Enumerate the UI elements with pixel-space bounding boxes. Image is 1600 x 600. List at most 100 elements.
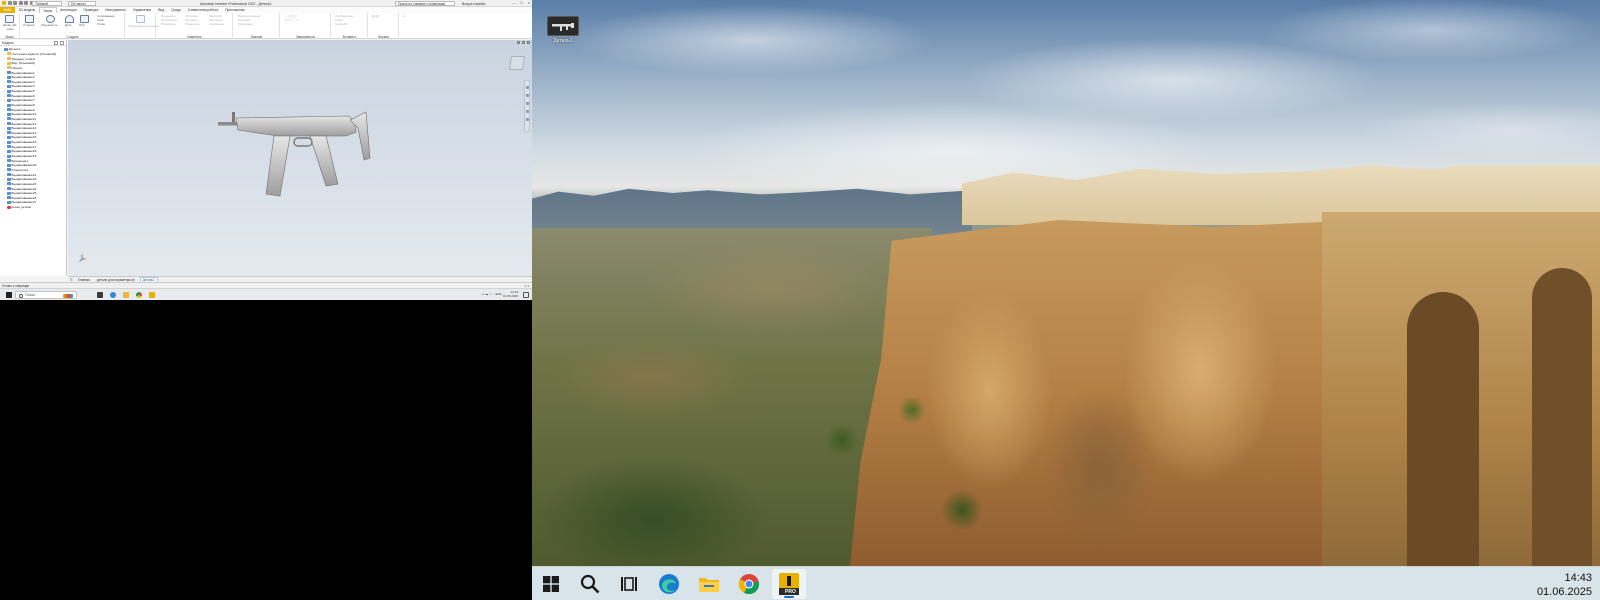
expand-icon[interactable]: › xyxy=(3,191,6,195)
offset-tool[interactable]: Смещение xyxy=(209,22,224,27)
expand-icon[interactable]: › xyxy=(3,122,6,126)
split-tool[interactable]: Разделить xyxy=(185,22,200,27)
expand-icon[interactable]: › xyxy=(3,103,6,107)
circle-icon[interactable] xyxy=(46,15,55,23)
doc-tabs-icon[interactable]: ☰ xyxy=(70,278,73,282)
circle-tool[interactable]: Окружность xyxy=(41,23,58,28)
expand-icon[interactable]: › xyxy=(3,159,6,163)
navigation-bar[interactable] xyxy=(524,80,530,132)
expand-icon[interactable]: › xyxy=(3,168,6,172)
format-tool[interactable]: ▤ ▥ xyxy=(372,14,379,19)
mode-select[interactable]: По умолч xyxy=(68,1,96,6)
remote-inventor-icon[interactable] xyxy=(149,292,155,298)
remote-edge-icon[interactable] xyxy=(110,292,116,298)
point-tool[interactable]: Точка xyxy=(97,22,105,27)
workspace-select[interactable]: Типовой xyxy=(32,1,62,6)
expand-icon[interactable]: › xyxy=(3,108,6,112)
desktop-file-icon[interactable] xyxy=(547,16,579,36)
expand-icon[interactable]: › xyxy=(3,80,6,84)
start-button[interactable] xyxy=(534,569,568,599)
quick-access-toolbar[interactable] xyxy=(2,1,34,5)
browser-menu-icon[interactable] xyxy=(60,41,64,45)
viewport-window-controls[interactable] xyxy=(517,41,530,44)
window-controls[interactable]: – □ × xyxy=(513,1,530,5)
maximize-icon[interactable] xyxy=(522,41,525,44)
line-tool[interactable]: Отрезок xyxy=(23,23,34,28)
expand-icon[interactable]: › xyxy=(0,47,3,51)
zoom-icon[interactable] xyxy=(525,102,529,105)
inventor-button[interactable]: PRO xyxy=(772,569,806,599)
search-button[interactable] xyxy=(573,569,607,599)
expand-icon[interactable]: › xyxy=(3,89,6,93)
remote-desktop-view[interactable]: Типовой По умолч Autodesk Inventor Profe… xyxy=(0,0,532,300)
save-icon[interactable] xyxy=(18,1,23,5)
rectangle-icon[interactable] xyxy=(80,15,89,23)
doc-tab-home[interactable]: Главная xyxy=(76,278,92,282)
close-icon[interactable] xyxy=(527,41,530,44)
remote-notification-icon[interactable] xyxy=(523,292,529,298)
desktop-file-label[interactable]: Деталь1 xyxy=(542,38,584,44)
line-icon[interactable] xyxy=(25,15,34,23)
arc-icon[interactable] xyxy=(65,15,74,23)
expand-icon[interactable]: › xyxy=(3,75,6,79)
expand-icon[interactable]: › xyxy=(3,52,6,56)
taskbar-clock[interactable]: 14:43 01.06.2025 xyxy=(1537,571,1592,599)
expand-icon[interactable]: › xyxy=(3,61,6,65)
view-face-icon[interactable] xyxy=(525,118,529,121)
viewcube-icon[interactable] xyxy=(509,56,525,70)
minimize-icon[interactable]: – xyxy=(513,1,515,5)
expand-icon[interactable]: › xyxy=(3,94,6,98)
browser-search-icon[interactable] xyxy=(54,41,58,45)
project-geometry-icon[interactable] xyxy=(136,15,145,23)
expand-icon[interactable]: › xyxy=(3,117,6,121)
insert-acad-tool[interactable]: AutoCAD xyxy=(335,22,348,27)
signin-button[interactable]: Вход в службы xyxy=(462,2,485,6)
submachine-gun-model[interactable] xyxy=(218,108,378,203)
expand-icon[interactable]: › xyxy=(3,84,6,88)
chrome-button[interactable] xyxy=(732,569,766,599)
remote-folder-icon[interactable] xyxy=(123,292,129,298)
remote-task-view-icon[interactable] xyxy=(97,292,103,298)
task-view-button[interactable] xyxy=(612,569,646,599)
expand-icon[interactable]: › xyxy=(3,126,6,130)
open-icon[interactable] xyxy=(13,1,17,5)
constraint-icons-2[interactable]: ⊿ ⊙ ⌒ ═ xyxy=(285,18,298,23)
undo-icon[interactable] xyxy=(24,1,28,5)
doc-tab-ipt[interactable]: детали для параметра.ipt xyxy=(95,278,137,282)
remote-chrome-icon[interactable] xyxy=(136,292,142,298)
maximize-icon[interactable]: □ xyxy=(520,1,522,5)
expand-icon[interactable]: › xyxy=(3,163,6,167)
orbit-icon[interactable] xyxy=(525,110,529,113)
remote-tray-icons[interactable]: ∧ ☁ ⌂ ◔ ENG xyxy=(482,292,502,297)
expand-icon[interactable]: › xyxy=(3,200,6,204)
expand-icon[interactable]: › xyxy=(3,149,6,153)
expand-icon[interactable]: › xyxy=(3,57,6,61)
rotate-tool[interactable]: Повернуть xyxy=(161,22,176,27)
expand-icon[interactable]: › xyxy=(3,135,6,139)
new-icon[interactable] xyxy=(7,1,12,5)
rectangle-tool[interactable]: Пря xyxy=(79,23,84,28)
mirror-tool[interactable]: Зеркально xyxy=(238,22,253,27)
expand-icon[interactable]: › xyxy=(3,131,6,135)
full-nav-wheel-icon[interactable] xyxy=(525,86,529,89)
project-geometry-label[interactable]: Проецировать геометрию xyxy=(128,25,159,29)
expand-icon[interactable]: › xyxy=(3,66,6,70)
arc-tool[interactable]: Дуга xyxy=(65,23,71,28)
remote-search-box[interactable]: Поиск xyxy=(15,291,77,299)
expand-icon[interactable]: › xyxy=(3,145,6,149)
expand-icon[interactable]: › xyxy=(3,140,6,144)
help-search-input[interactable]: Поиск по справке и командам xyxy=(395,1,455,6)
tree-item[interactable]: Конец детали xyxy=(0,205,66,210)
expand-icon[interactable]: › xyxy=(3,187,6,191)
edge-button[interactable] xyxy=(652,569,686,599)
start-sketch-label[interactable]: Начать 2D-эскиз xyxy=(2,23,18,31)
graphics-viewport[interactable] xyxy=(68,40,532,276)
expand-icon[interactable]: › xyxy=(3,71,6,75)
remote-tray[interactable]: ∧ ☁ ⌂ ◔ ENG 14:43 01.06.2025 xyxy=(482,290,518,299)
restore-icon[interactable] xyxy=(517,41,520,44)
expand-icon[interactable]: › xyxy=(3,182,6,186)
expand-icon[interactable]: › xyxy=(3,196,6,200)
expand-icon[interactable]: › xyxy=(3,154,6,158)
expand-icon[interactable]: › xyxy=(3,98,6,102)
expand-icon[interactable]: › xyxy=(3,112,6,116)
